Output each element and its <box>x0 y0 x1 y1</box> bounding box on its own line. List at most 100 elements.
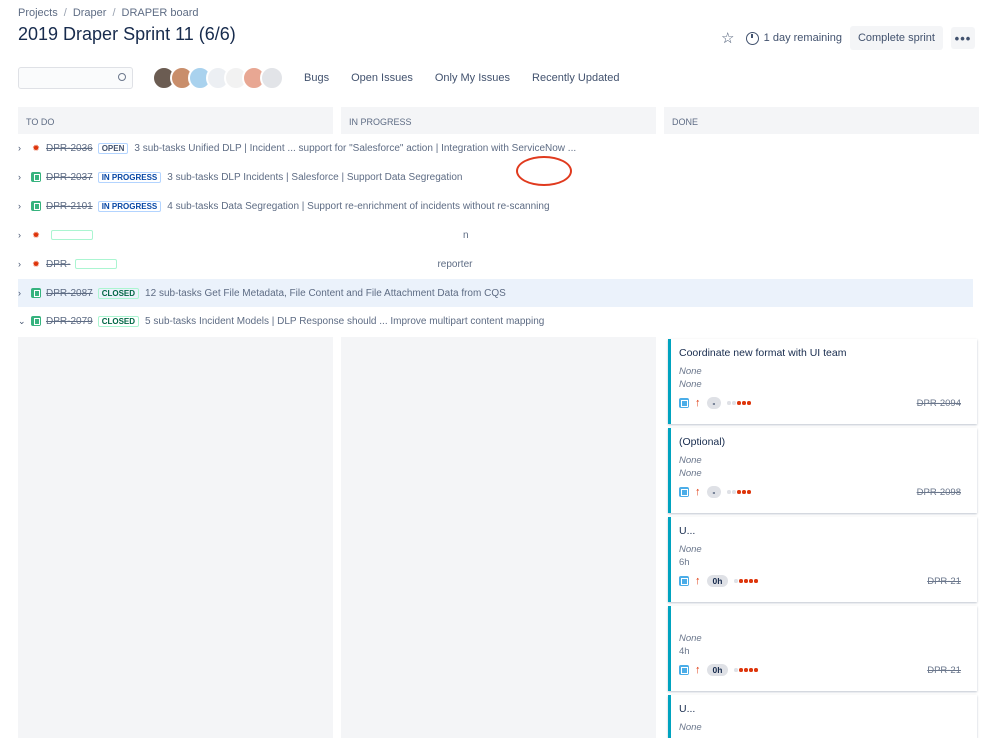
chevron-right-icon[interactable]: › <box>18 259 28 269</box>
priority-highest-icon: ↑ <box>695 664 701 676</box>
days-in-column-icon <box>727 401 751 405</box>
subtask-icon <box>679 398 689 408</box>
card-meta: None <box>679 544 702 555</box>
chevron-right-icon[interactable]: › <box>18 230 28 240</box>
star-icon[interactable]: ☆ <box>718 29 738 47</box>
header-actions: ☆ 1 day remaining Complete sprint ••• <box>718 26 975 50</box>
swimlane-row[interactable]: › DPR-2101 IN PROGRESS 4 sub-tasks Data … <box>18 193 973 219</box>
column-header-todo: TO DO <box>18 107 333 134</box>
filter-only-my-issues[interactable]: Only My Issues <box>435 72 510 84</box>
issue-card[interactable]: (Optional) None None ↑ - DPR-2098 <box>668 428 977 513</box>
column-header-done: DONE <box>664 107 979 134</box>
search-icon <box>118 73 126 81</box>
estimate-badge: - <box>706 397 722 409</box>
annotation-circle <box>516 156 572 186</box>
column-header-in-progress: IN PROGRESS <box>341 107 656 134</box>
chevron-down-icon[interactable]: ⌄ <box>18 316 28 327</box>
card-title <box>679 614 969 628</box>
filter-open-issues[interactable]: Open Issues <box>351 72 413 84</box>
story-icon <box>31 316 41 326</box>
card-key[interactable]: DPR-21 <box>927 665 961 676</box>
column-body-todo <box>18 337 333 738</box>
card-key[interactable]: DPR-2094 <box>917 398 961 409</box>
card-title: Coordinate new format with UI team <box>679 347 847 359</box>
search-input[interactable] <box>18 67 133 89</box>
issue-key[interactable]: DPR-2079 <box>46 316 93 327</box>
more-actions-button[interactable]: ••• <box>951 27 975 49</box>
swimlane-row[interactable]: › ✹ DPR- reporter <box>18 251 973 277</box>
card-meta: None <box>679 633 702 644</box>
page-title: 2019 Draper Sprint 11 (6/6) <box>18 24 236 44</box>
bug-icon: ✹ <box>32 230 40 240</box>
issue-key[interactable]: DPR- <box>46 259 70 270</box>
card-meta: None <box>679 722 702 733</box>
card-key[interactable]: DPR-2098 <box>917 487 961 498</box>
days-in-column-icon <box>734 668 758 672</box>
card-title: (Optional) <box>679 436 726 448</box>
card-title: U... <box>679 703 696 715</box>
remaining-label: 1 day remaining <box>763 32 842 44</box>
priority-highest-icon: ↑ <box>695 486 701 498</box>
status-badge: OPEN <box>97 142 129 154</box>
swimlane-row[interactable]: › DPR-2037 IN PROGRESS 3 sub-tasks DLP I… <box>18 164 973 190</box>
story-icon <box>31 288 41 298</box>
days-in-column-icon <box>734 579 758 583</box>
issue-card[interactable]: None 4h ↑ 0h DPR-21 <box>668 606 977 691</box>
status-badge: IN PROGRESS <box>97 171 162 183</box>
card-key[interactable]: DPR-21 <box>927 576 961 587</box>
card-meta: None <box>679 455 702 466</box>
breadcrumb-projects[interactable]: Projects <box>18 7 58 19</box>
status-badge: IN PROGRESS <box>97 200 162 212</box>
issue-key[interactable]: DPR-2036 <box>46 143 93 154</box>
status-badge: CLOSED <box>97 315 140 327</box>
issue-card[interactable]: U... None 6h ↑ 0h DPR-21 <box>668 517 977 602</box>
status-badge: CLOSED <box>97 287 140 299</box>
filter-recently-updated[interactable]: Recently Updated <box>532 72 619 84</box>
swimlane-row[interactable]: › ✹ DPR-2036 OPEN 3 sub-tasks Unified DL… <box>18 135 973 161</box>
issue-card[interactable]: Coordinate new format with UI team None … <box>668 339 977 424</box>
avatar[interactable] <box>260 66 284 90</box>
subtask-icon <box>679 576 689 586</box>
card-meta: None <box>679 366 702 377</box>
story-icon <box>31 201 41 211</box>
breadcrumb-draper[interactable]: Draper <box>73 7 107 19</box>
sprint-remaining: 1 day remaining <box>745 31 842 45</box>
card-footer: ↑ 0h DPR-21 <box>679 575 969 587</box>
issue-card[interactable]: U... None <box>668 695 977 738</box>
filter-bugs[interactable]: Bugs <box>304 72 329 84</box>
card-footer: ↑ 0h DPR-21 <box>679 664 969 676</box>
card-meta: 6h <box>679 557 690 568</box>
issue-key[interactable]: DPR-2087 <box>46 288 93 299</box>
breadcrumb: Projects / Draper / DRAPER board <box>18 7 199 19</box>
swimlane-row[interactable]: ⌄ DPR-2079 CLOSED 5 sub-tasks Incident M… <box>18 308 973 334</box>
issue-summary: 3 sub-tasks Unified DLP | Incident ... s… <box>134 142 577 154</box>
estimate-badge: 0h <box>706 575 729 587</box>
breadcrumb-separator: / <box>112 7 116 19</box>
issue-summary: 12 sub-tasks Get File Metadata, File Con… <box>145 287 506 299</box>
filter-bar: Bugs Open Issues Only My Issues Recently… <box>18 66 619 90</box>
priority-highest-icon: ↑ <box>695 575 701 587</box>
complete-sprint-button[interactable]: Complete sprint <box>849 26 943 50</box>
issue-key[interactable]: DPR-2037 <box>46 172 93 183</box>
avatar-group <box>152 66 284 90</box>
issue-summary: n <box>463 229 469 241</box>
issue-key[interactable]: DPR-2101 <box>46 201 93 212</box>
chevron-right-icon[interactable]: › <box>18 143 28 153</box>
story-icon <box>31 172 41 182</box>
swimlane-row[interactable]: › DPR-2087 CLOSED 12 sub-tasks Get File … <box>18 279 973 307</box>
bug-icon: ✹ <box>32 259 40 269</box>
status-badge <box>51 230 93 240</box>
chevron-right-icon[interactable]: › <box>18 201 28 211</box>
issue-summary: 4 sub-tasks Data Segregation | Support r… <box>167 200 550 212</box>
subtask-icon <box>679 487 689 497</box>
card-footer: ↑ - DPR-2098 <box>679 486 969 498</box>
chevron-right-icon[interactable]: › <box>18 288 28 298</box>
chevron-right-icon[interactable]: › <box>18 172 28 182</box>
status-badge <box>75 259 118 269</box>
breadcrumb-board[interactable]: DRAPER board <box>122 7 199 19</box>
issue-summary: 5 sub-tasks Incident Models | DLP Respon… <box>145 315 545 327</box>
quick-filters: Bugs Open Issues Only My Issues Recently… <box>304 72 619 84</box>
estimate-badge: 0h <box>706 664 729 676</box>
swimlane-row[interactable]: › ✹ n <box>18 222 973 248</box>
issue-summary: reporter <box>437 258 473 270</box>
